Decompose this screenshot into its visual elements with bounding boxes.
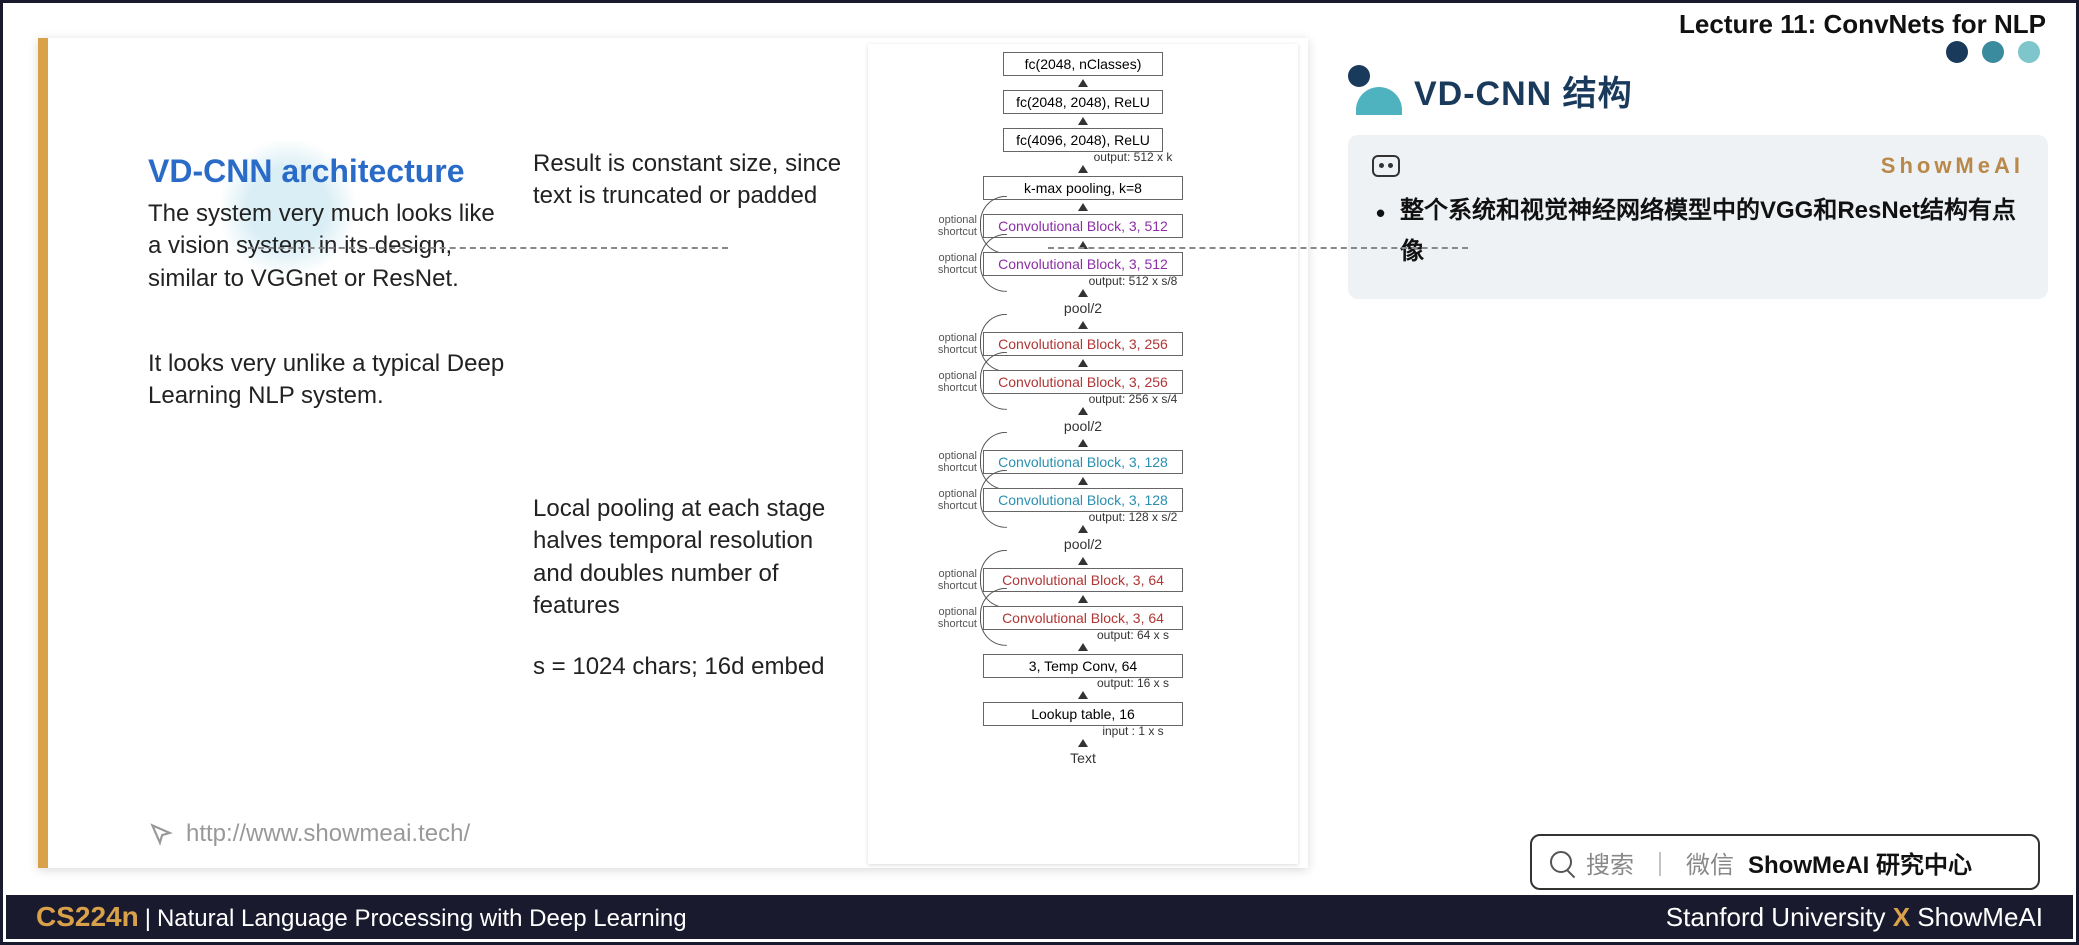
footer-right: Stanford University X ShowMeAI (1666, 902, 2043, 933)
output-label: output: 512 x s/8 (1089, 274, 1178, 288)
search-hint-box: 搜索 ｜ 微信 ShowMeAI 研究中心 (1530, 834, 2040, 890)
arrow-up-icon (1078, 321, 1088, 329)
slide-title: VD-CNN architecture (148, 153, 465, 190)
robot-icon (1372, 155, 1400, 177)
section-title: VD-CNN 结构 (1414, 66, 1633, 115)
output-label: output: 512 x k (1094, 150, 1173, 164)
conv-block-256: Convolutional Block, 3, 256optional shor… (983, 370, 1183, 394)
footer-brand: ShowMeAI (1917, 902, 2043, 932)
arrow-up-icon (1078, 477, 1088, 485)
conv-block-256: Convolutional Block, 3, 256optional shor… (983, 332, 1183, 356)
fc-layer: fc(2048, nClasses) (1003, 52, 1163, 76)
shortcut-label: optional shortcut (922, 606, 977, 630)
shortcut-label: optional shortcut (922, 252, 977, 276)
note-bullet: 整个系统和视觉神经网络模型中的VGG和ResNet结构有点像 (1372, 191, 2024, 273)
search-hint: 搜索 (1586, 845, 1634, 880)
slide-content-panel: VD-CNN architecture The system very much… (38, 38, 1308, 868)
arrow-up-icon (1078, 595, 1088, 603)
shortcut-label: optional shortcut (922, 370, 977, 394)
arrow-up-icon (1078, 739, 1088, 747)
search-brand: ShowMeAI 研究中心 (1748, 845, 1972, 880)
arrow-up-icon (1078, 557, 1088, 565)
shortcut-label: optional shortcut (922, 488, 977, 512)
input-label: input : 1 x s (1102, 724, 1163, 738)
arrow-up-icon (1078, 165, 1088, 173)
pool-label: pool/2 (1064, 300, 1102, 316)
pool-label: pool/2 (1064, 418, 1102, 434)
body-text: It looks very unlike a typical Deep Lear… (148, 348, 508, 413)
section-title-wrap: VD-CNN 结构 (1348, 65, 1633, 115)
slide-frame: Lecture 11: ConvNets for NLP VD-CNN arch… (0, 0, 2079, 945)
shortcut-label: optional shortcut (922, 450, 977, 474)
arrow-up-icon (1078, 525, 1088, 533)
conv-block-128: Convolutional Block, 3, 128optional shor… (983, 488, 1183, 512)
architecture-diagram: fc(2048, nClasses) fc(2048, 2048), ReLU … (868, 44, 1298, 864)
arrow-up-icon (1078, 289, 1088, 297)
dot-icon (1946, 41, 1968, 63)
arrow-up-icon (1078, 643, 1088, 651)
annotation-top: Result is constant size, since text is t… (533, 148, 853, 213)
lecture-title: Lecture 11: ConvNets for NLP (1679, 9, 2046, 40)
university: Stanford University (1666, 902, 1886, 932)
search-hint: 微信 (1686, 845, 1734, 880)
brand-label: ShowMeAI (1881, 153, 2024, 179)
footer-left: CS224n | Natural Language Processing wit… (36, 901, 687, 933)
course-code: CS224n (36, 901, 139, 933)
arrow-up-icon (1078, 203, 1088, 211)
conv-block-512: Convolutional Block, 3, 512optional shor… (983, 214, 1183, 238)
dot-icon (1982, 41, 2004, 63)
dashed-connector (248, 247, 728, 249)
conv-block-512: Convolutional Block, 3, 512optional shor… (983, 252, 1183, 276)
dot-icon (2018, 41, 2040, 63)
temp-conv: 3, Temp Conv, 64 (983, 654, 1183, 678)
decor-dots (1946, 41, 2040, 63)
kmax-pooling: k-max pooling, k=8 (983, 176, 1183, 200)
shortcut-label: optional shortcut (922, 214, 977, 238)
section-title-icon (1348, 65, 1398, 115)
dashed-connector (1048, 247, 1468, 249)
fc-layer: fc(2048, 2048), ReLU (1003, 90, 1163, 114)
cursor-icon (148, 821, 174, 847)
pool-label: pool/2 (1064, 536, 1102, 552)
output-label: output: 128 x s/2 (1089, 510, 1178, 524)
conv-block-128: Convolutional Block, 3, 128optional shor… (983, 450, 1183, 474)
output-label: output: 64 x s (1097, 628, 1169, 642)
lookup-table: Lookup table, 16 (983, 702, 1183, 726)
arrow-up-icon (1078, 359, 1088, 367)
x-separator: X (1893, 902, 1918, 932)
notes-panel: ShowMeAI 整个系统和视觉神经网络模型中的VGG和ResNet结构有点像 (1348, 135, 2048, 299)
shortcut-label: optional shortcut (922, 332, 977, 356)
annotation-bottom: s = 1024 chars; 16d embed (533, 653, 873, 681)
arrow-up-icon (1078, 117, 1088, 125)
shortcut-label: optional shortcut (922, 568, 977, 592)
text-input-label: Text (1070, 750, 1096, 766)
output-label: output: 16 x s (1097, 676, 1169, 690)
annotation-mid: Local pooling at each stage halves tempo… (533, 493, 853, 623)
arrow-up-icon (1078, 407, 1088, 415)
url-text: http://www.showmeai.tech/ (186, 820, 470, 848)
arrow-up-icon (1078, 439, 1088, 447)
conv-block-64: Convolutional Block, 3, 64optional short… (983, 568, 1183, 592)
search-icon (1550, 851, 1572, 873)
course-name: Natural Language Processing with Deep Le… (157, 905, 687, 933)
pipe: | (145, 905, 151, 933)
conv-block-64: Convolutional Block, 3, 64optional short… (983, 606, 1183, 630)
footer-bar: CS224n | Natural Language Processing wit… (6, 895, 2073, 939)
fc-layer: fc(4096, 2048), ReLU (1003, 128, 1163, 152)
output-label: output: 256 x s/4 (1089, 392, 1178, 406)
source-url: http://www.showmeai.tech/ (148, 820, 470, 848)
separator: ｜ (1648, 845, 1672, 880)
arrow-up-icon (1078, 79, 1088, 87)
arrow-up-icon (1078, 691, 1088, 699)
